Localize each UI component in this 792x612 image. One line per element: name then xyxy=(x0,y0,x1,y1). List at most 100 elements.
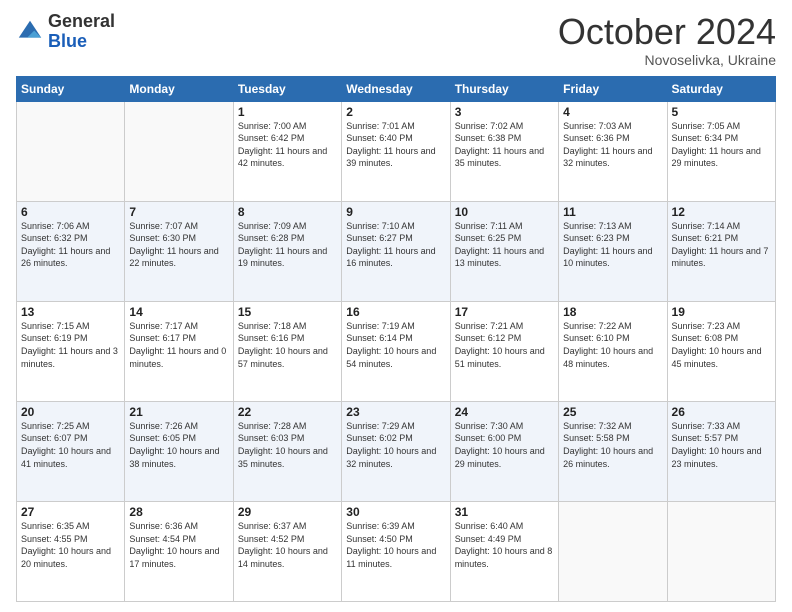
logo: General Blue xyxy=(16,12,115,52)
day-info: Sunrise: 7:29 AM Sunset: 6:02 PM Dayligh… xyxy=(346,420,445,470)
day-number: 24 xyxy=(455,405,554,419)
day-number: 8 xyxy=(238,205,337,219)
day-number: 10 xyxy=(455,205,554,219)
week-row-4: 20Sunrise: 7:25 AM Sunset: 6:07 PM Dayli… xyxy=(17,401,776,501)
day-number: 28 xyxy=(129,505,228,519)
day-info: Sunrise: 7:01 AM Sunset: 6:40 PM Dayligh… xyxy=(346,120,445,170)
calendar-cell: 21Sunrise: 7:26 AM Sunset: 6:05 PM Dayli… xyxy=(125,401,233,501)
month-title: October 2024 xyxy=(558,12,776,52)
calendar-cell: 20Sunrise: 7:25 AM Sunset: 6:07 PM Dayli… xyxy=(17,401,125,501)
logo-blue: Blue xyxy=(48,32,115,52)
day-number: 1 xyxy=(238,105,337,119)
calendar-cell: 14Sunrise: 7:17 AM Sunset: 6:17 PM Dayli… xyxy=(125,301,233,401)
calendar-cell: 1Sunrise: 7:00 AM Sunset: 6:42 PM Daylig… xyxy=(233,101,341,201)
day-info: Sunrise: 7:25 AM Sunset: 6:07 PM Dayligh… xyxy=(21,420,120,470)
day-info: Sunrise: 7:00 AM Sunset: 6:42 PM Dayligh… xyxy=(238,120,337,170)
calendar-cell: 27Sunrise: 6:35 AM Sunset: 4:55 PM Dayli… xyxy=(17,501,125,601)
calendar-cell: 5Sunrise: 7:05 AM Sunset: 6:34 PM Daylig… xyxy=(667,101,775,201)
week-row-5: 27Sunrise: 6:35 AM Sunset: 4:55 PM Dayli… xyxy=(17,501,776,601)
day-header-friday: Friday xyxy=(559,76,667,101)
day-number: 3 xyxy=(455,105,554,119)
calendar-cell: 28Sunrise: 6:36 AM Sunset: 4:54 PM Dayli… xyxy=(125,501,233,601)
day-number: 7 xyxy=(129,205,228,219)
day-info: Sunrise: 7:30 AM Sunset: 6:00 PM Dayligh… xyxy=(455,420,554,470)
day-info: Sunrise: 7:22 AM Sunset: 6:10 PM Dayligh… xyxy=(563,320,662,370)
day-number: 15 xyxy=(238,305,337,319)
day-info: Sunrise: 7:18 AM Sunset: 6:16 PM Dayligh… xyxy=(238,320,337,370)
day-header-saturday: Saturday xyxy=(667,76,775,101)
day-number: 30 xyxy=(346,505,445,519)
day-number: 13 xyxy=(21,305,120,319)
week-row-3: 13Sunrise: 7:15 AM Sunset: 6:19 PM Dayli… xyxy=(17,301,776,401)
day-number: 26 xyxy=(672,405,771,419)
calendar-cell: 7Sunrise: 7:07 AM Sunset: 6:30 PM Daylig… xyxy=(125,201,233,301)
day-info: Sunrise: 6:40 AM Sunset: 4:49 PM Dayligh… xyxy=(455,520,554,570)
logo-general: General xyxy=(48,12,115,32)
page: General Blue October 2024 Novoselivka, U… xyxy=(0,0,792,612)
day-info: Sunrise: 7:09 AM Sunset: 6:28 PM Dayligh… xyxy=(238,220,337,270)
logo-icon xyxy=(16,18,44,46)
day-info: Sunrise: 7:07 AM Sunset: 6:30 PM Dayligh… xyxy=(129,220,228,270)
day-info: Sunrise: 7:13 AM Sunset: 6:23 PM Dayligh… xyxy=(563,220,662,270)
calendar-cell xyxy=(17,101,125,201)
day-number: 5 xyxy=(672,105,771,119)
calendar-cell: 18Sunrise: 7:22 AM Sunset: 6:10 PM Dayli… xyxy=(559,301,667,401)
day-info: Sunrise: 7:06 AM Sunset: 6:32 PM Dayligh… xyxy=(21,220,120,270)
day-info: Sunrise: 7:05 AM Sunset: 6:34 PM Dayligh… xyxy=(672,120,771,170)
day-info: Sunrise: 7:02 AM Sunset: 6:38 PM Dayligh… xyxy=(455,120,554,170)
location: Novoselivka, Ukraine xyxy=(558,52,776,68)
day-header-thursday: Thursday xyxy=(450,76,558,101)
day-number: 6 xyxy=(21,205,120,219)
day-info: Sunrise: 7:23 AM Sunset: 6:08 PM Dayligh… xyxy=(672,320,771,370)
calendar-cell: 9Sunrise: 7:10 AM Sunset: 6:27 PM Daylig… xyxy=(342,201,450,301)
day-number: 31 xyxy=(455,505,554,519)
calendar-cell: 13Sunrise: 7:15 AM Sunset: 6:19 PM Dayli… xyxy=(17,301,125,401)
title-block: October 2024 Novoselivka, Ukraine xyxy=(558,12,776,68)
calendar: SundayMondayTuesdayWednesdayThursdayFrid… xyxy=(16,76,776,602)
day-number: 23 xyxy=(346,405,445,419)
day-number: 21 xyxy=(129,405,228,419)
day-info: Sunrise: 7:21 AM Sunset: 6:12 PM Dayligh… xyxy=(455,320,554,370)
calendar-cell: 15Sunrise: 7:18 AM Sunset: 6:16 PM Dayli… xyxy=(233,301,341,401)
calendar-cell: 16Sunrise: 7:19 AM Sunset: 6:14 PM Dayli… xyxy=(342,301,450,401)
day-info: Sunrise: 7:28 AM Sunset: 6:03 PM Dayligh… xyxy=(238,420,337,470)
day-info: Sunrise: 7:17 AM Sunset: 6:17 PM Dayligh… xyxy=(129,320,228,370)
day-number: 22 xyxy=(238,405,337,419)
header-row: SundayMondayTuesdayWednesdayThursdayFrid… xyxy=(17,76,776,101)
day-header-wednesday: Wednesday xyxy=(342,76,450,101)
day-info: Sunrise: 6:37 AM Sunset: 4:52 PM Dayligh… xyxy=(238,520,337,570)
day-number: 25 xyxy=(563,405,662,419)
calendar-cell xyxy=(667,501,775,601)
day-number: 11 xyxy=(563,205,662,219)
day-number: 4 xyxy=(563,105,662,119)
day-number: 18 xyxy=(563,305,662,319)
calendar-body: 1Sunrise: 7:00 AM Sunset: 6:42 PM Daylig… xyxy=(17,101,776,601)
day-info: Sunrise: 6:36 AM Sunset: 4:54 PM Dayligh… xyxy=(129,520,228,570)
calendar-cell: 17Sunrise: 7:21 AM Sunset: 6:12 PM Dayli… xyxy=(450,301,558,401)
calendar-cell: 3Sunrise: 7:02 AM Sunset: 6:38 PM Daylig… xyxy=(450,101,558,201)
calendar-cell: 30Sunrise: 6:39 AM Sunset: 4:50 PM Dayli… xyxy=(342,501,450,601)
calendar-cell: 11Sunrise: 7:13 AM Sunset: 6:23 PM Dayli… xyxy=(559,201,667,301)
week-row-2: 6Sunrise: 7:06 AM Sunset: 6:32 PM Daylig… xyxy=(17,201,776,301)
calendar-cell: 12Sunrise: 7:14 AM Sunset: 6:21 PM Dayli… xyxy=(667,201,775,301)
header: General Blue October 2024 Novoselivka, U… xyxy=(16,12,776,68)
day-info: Sunrise: 7:03 AM Sunset: 6:36 PM Dayligh… xyxy=(563,120,662,170)
day-number: 20 xyxy=(21,405,120,419)
day-header-sunday: Sunday xyxy=(17,76,125,101)
calendar-cell: 26Sunrise: 7:33 AM Sunset: 5:57 PM Dayli… xyxy=(667,401,775,501)
day-info: Sunrise: 7:14 AM Sunset: 6:21 PM Dayligh… xyxy=(672,220,771,270)
calendar-cell: 19Sunrise: 7:23 AM Sunset: 6:08 PM Dayli… xyxy=(667,301,775,401)
calendar-cell: 22Sunrise: 7:28 AM Sunset: 6:03 PM Dayli… xyxy=(233,401,341,501)
calendar-cell: 24Sunrise: 7:30 AM Sunset: 6:00 PM Dayli… xyxy=(450,401,558,501)
day-number: 29 xyxy=(238,505,337,519)
day-info: Sunrise: 7:33 AM Sunset: 5:57 PM Dayligh… xyxy=(672,420,771,470)
calendar-cell: 31Sunrise: 6:40 AM Sunset: 4:49 PM Dayli… xyxy=(450,501,558,601)
calendar-cell xyxy=(559,501,667,601)
day-number: 12 xyxy=(672,205,771,219)
day-info: Sunrise: 6:35 AM Sunset: 4:55 PM Dayligh… xyxy=(21,520,120,570)
logo-text: General Blue xyxy=(48,12,115,52)
day-info: Sunrise: 7:32 AM Sunset: 5:58 PM Dayligh… xyxy=(563,420,662,470)
day-number: 14 xyxy=(129,305,228,319)
calendar-cell: 4Sunrise: 7:03 AM Sunset: 6:36 PM Daylig… xyxy=(559,101,667,201)
calendar-cell: 29Sunrise: 6:37 AM Sunset: 4:52 PM Dayli… xyxy=(233,501,341,601)
